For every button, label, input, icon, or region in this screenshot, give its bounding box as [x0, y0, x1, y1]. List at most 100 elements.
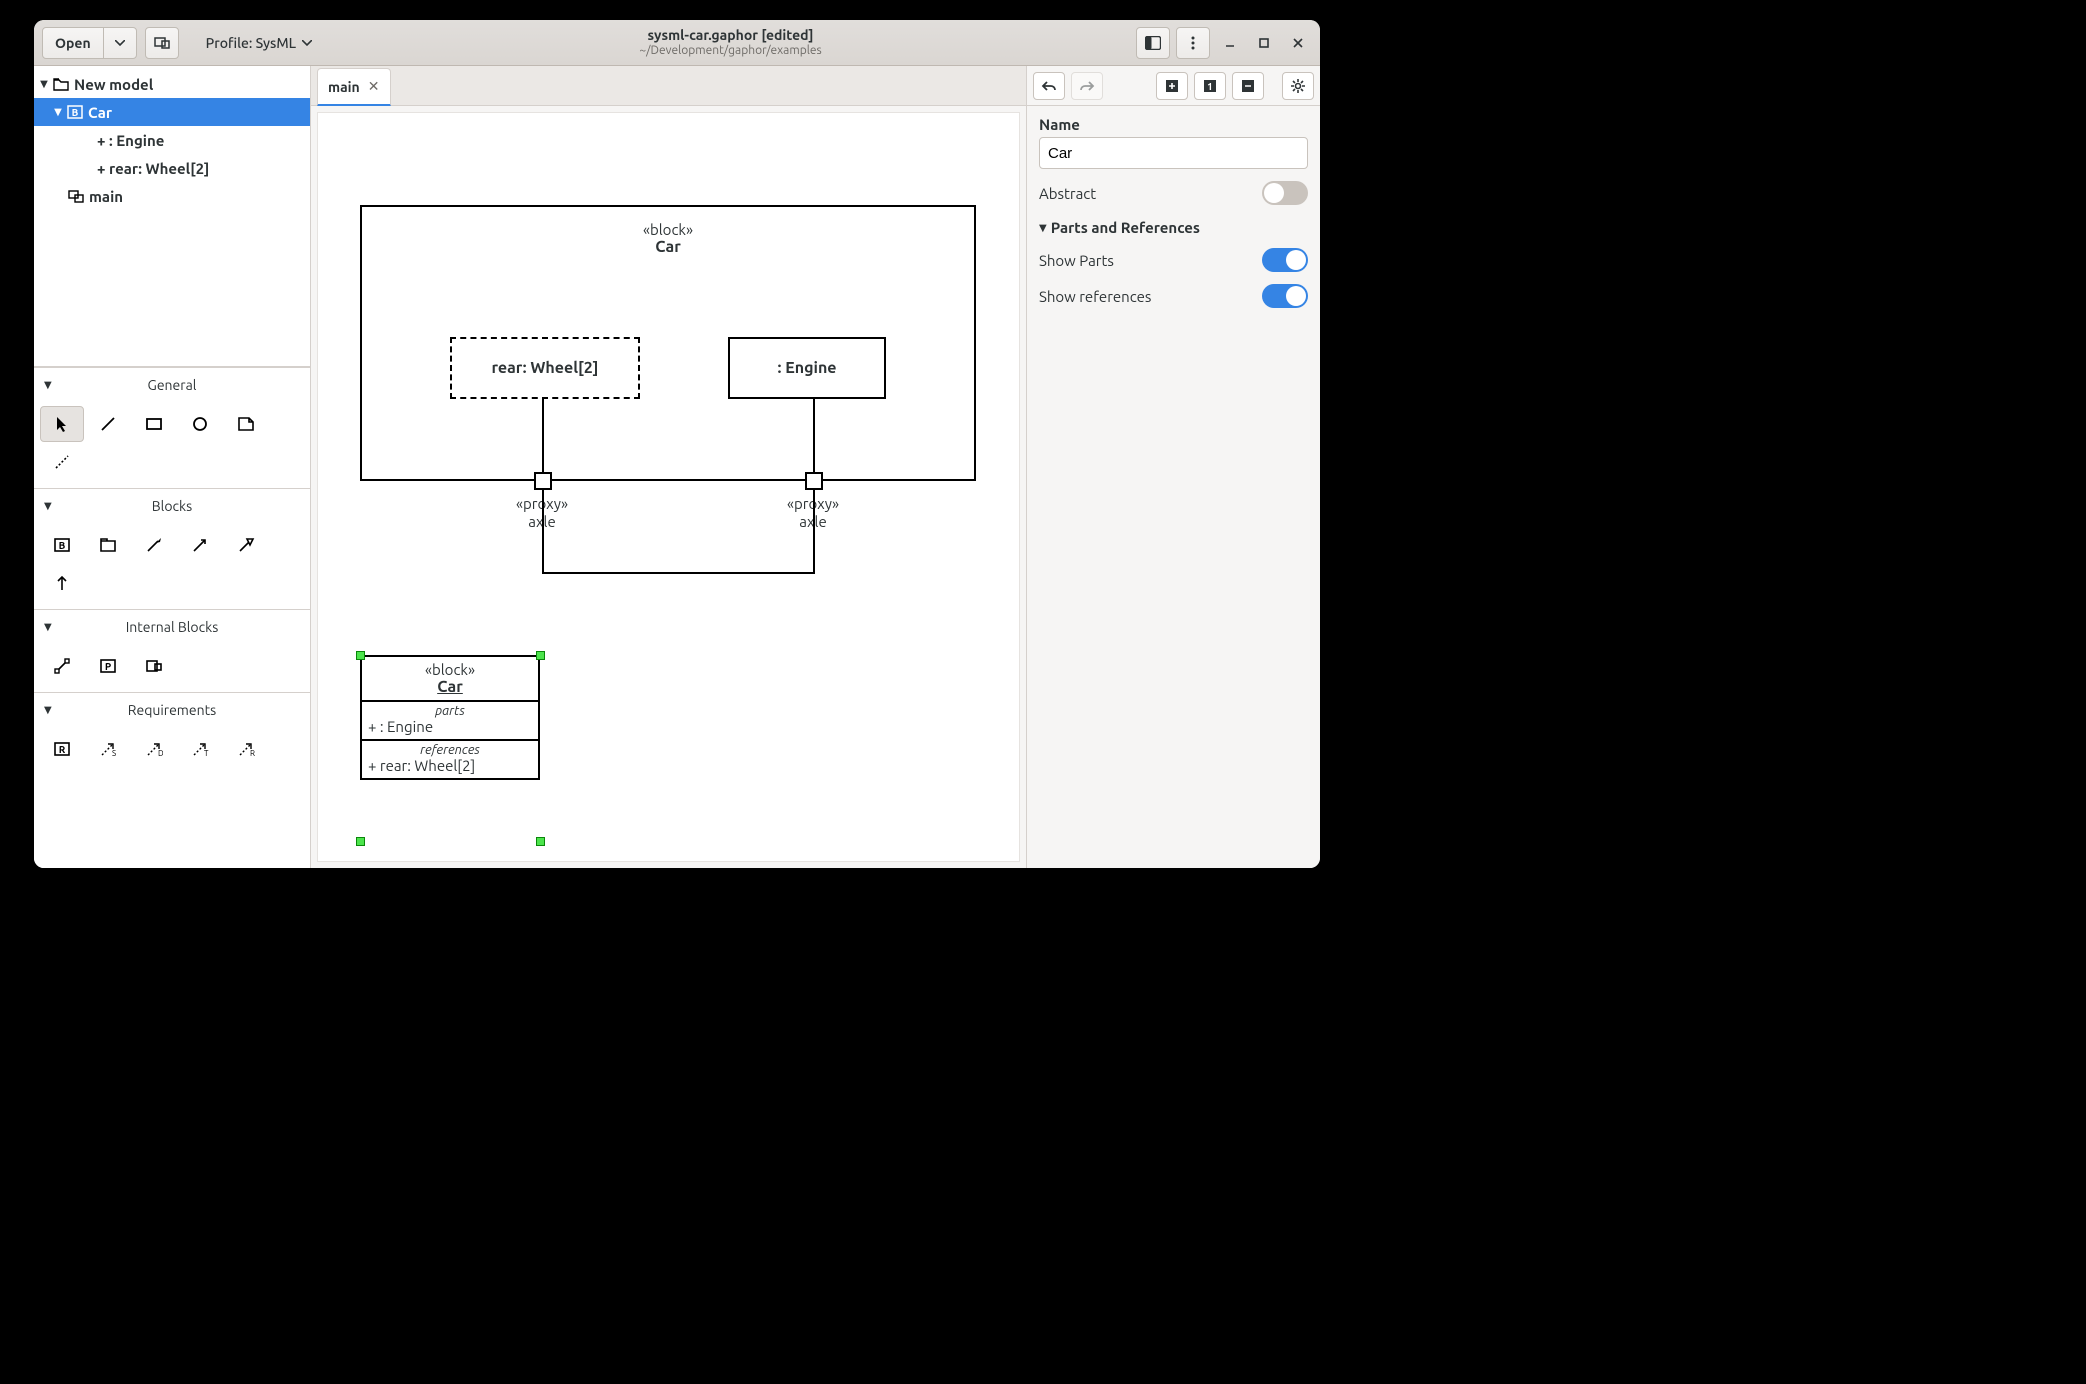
tree-item-engine[interactable]: + : Engine — [34, 126, 310, 154]
redo-button[interactable] — [1071, 72, 1103, 100]
tool-derive[interactable]: D — [132, 731, 176, 767]
dash-line-icon — [53, 453, 71, 471]
tree-item-car[interactable]: ▼ B Car — [34, 98, 310, 126]
tool-requirement[interactable]: R — [40, 731, 84, 767]
tab-close-button[interactable]: ✕ — [368, 78, 380, 95]
property-rear[interactable]: rear: Wheel[2] — [450, 337, 640, 399]
tool-package[interactable] — [86, 527, 130, 563]
up-arrow-icon — [53, 574, 71, 592]
tool-line[interactable] — [86, 406, 130, 442]
profile-selector[interactable]: Profile: SysML — [193, 27, 325, 59]
stereotype-label: «block» — [362, 221, 974, 238]
window-subtitle: ~/Development/gaphor/examples — [325, 44, 1136, 58]
chevron-down-icon: ▼ — [44, 704, 52, 716]
toggle-sidebar-button[interactable] — [1136, 27, 1170, 59]
proxy-port-right[interactable] — [805, 472, 823, 490]
minimize-icon — [1225, 38, 1235, 48]
expand-icon: ▼ — [52, 106, 64, 118]
open-button[interactable]: Open — [42, 27, 104, 59]
tab-main[interactable]: main ✕ — [317, 68, 391, 106]
hamburger-menu-button[interactable] — [1176, 27, 1210, 59]
circle-icon — [191, 416, 209, 432]
block-name: Car — [368, 678, 532, 696]
svg-text:1: 1 — [1207, 81, 1213, 92]
diagram-icon — [154, 35, 170, 51]
toolbox-group-general[interactable]: ▼ General — [34, 368, 310, 402]
svg-text:R: R — [250, 749, 255, 758]
abstract-switch[interactable] — [1262, 181, 1308, 205]
property-engine[interactable]: : Engine — [728, 337, 886, 399]
tree-item-rear[interactable]: + rear: Wheel[2] — [34, 154, 310, 182]
section-parts-refs[interactable]: ▼ Parts and References — [1039, 219, 1308, 236]
undo-button[interactable] — [1033, 72, 1065, 100]
diagram-icon — [68, 189, 86, 203]
tool-ellipse[interactable] — [178, 406, 222, 442]
open-arrow-icon — [191, 536, 209, 554]
tool-box[interactable] — [132, 406, 176, 442]
box-icon — [145, 416, 163, 432]
undo-icon — [1041, 79, 1057, 93]
tool-refine[interactable]: R — [224, 731, 268, 767]
compartment-header: references — [368, 743, 532, 757]
resize-handle[interactable] — [356, 651, 365, 660]
block-car-small[interactable]: «block» Car parts + : Engine references … — [360, 655, 540, 780]
tool-property[interactable]: P — [86, 648, 130, 684]
gear-icon — [1291, 79, 1305, 93]
tool-connector[interactable] — [40, 648, 84, 684]
chevron-down-icon: ▼ — [44, 379, 52, 391]
zoom-in-button[interactable] — [1156, 72, 1188, 100]
port-label-left: «proxy» axle — [492, 495, 592, 531]
show-parts-switch[interactable] — [1262, 248, 1308, 272]
open-recent-button[interactable] — [103, 27, 137, 59]
zoom-out-button[interactable] — [1232, 72, 1264, 100]
tool-comment-line[interactable] — [40, 444, 84, 480]
window-close-button[interactable] — [1284, 29, 1312, 57]
block-car[interactable]: «block» Car rear: Wheel[2] : Engine — [360, 205, 976, 481]
proxy-port-left[interactable] — [534, 472, 552, 490]
name-input[interactable] — [1039, 137, 1308, 169]
package-icon — [99, 537, 117, 553]
tool-trace[interactable]: T — [178, 731, 222, 767]
resize-handle[interactable] — [536, 651, 545, 660]
block-b-icon: B — [53, 537, 71, 553]
section-label: Parts and References — [1051, 219, 1200, 236]
svg-text:P: P — [105, 661, 111, 672]
show-refs-label: Show references — [1039, 288, 1151, 305]
resize-handle[interactable] — [536, 837, 545, 846]
tab-label: main — [328, 79, 360, 95]
tree-item-main[interactable]: main — [34, 182, 310, 210]
toolbox-group-requirements[interactable]: ▼ Requirements — [34, 693, 310, 727]
tool-pointer[interactable] — [40, 406, 84, 442]
resize-handle[interactable] — [356, 837, 365, 846]
chevron-down-icon — [115, 40, 125, 46]
toolbox-group-internal[interactable]: ▼ Internal Blocks — [34, 610, 310, 644]
plus-icon — [1166, 80, 1178, 92]
dash-d-icon: D — [145, 740, 163, 758]
tool-block[interactable]: B — [40, 527, 84, 563]
show-refs-switch[interactable] — [1262, 284, 1308, 308]
toolbox-group-blocks[interactable]: ▼ Blocks — [34, 489, 310, 523]
window-maximize-button[interactable] — [1250, 29, 1278, 57]
tool-generalization[interactable] — [224, 527, 268, 563]
show-parts-label: Show Parts — [1039, 252, 1114, 269]
pointer-icon — [54, 415, 70, 433]
tool-composition[interactable] — [132, 527, 176, 563]
tool-association[interactable] — [178, 527, 222, 563]
tool-comment[interactable] — [224, 406, 268, 442]
tree-label: + : Engine — [97, 132, 164, 149]
svg-text:B: B — [72, 107, 79, 118]
chevron-down-icon: ▼ — [44, 500, 52, 512]
tree-root[interactable]: ▼ New model — [34, 70, 310, 98]
toolbox-group-label: General — [148, 377, 197, 393]
toolbox-group-label: Requirements — [128, 702, 216, 718]
preferences-button[interactable] — [1282, 72, 1314, 100]
line-icon — [99, 415, 117, 433]
tool-dependency[interactable] — [40, 565, 84, 601]
window-minimize-button[interactable] — [1216, 29, 1244, 57]
zoom-100-button[interactable]: 1 — [1194, 72, 1226, 100]
diagram-canvas[interactable]: «block» Car rear: Wheel[2] : Engine — [317, 112, 1020, 862]
tool-satisfy[interactable]: S — [86, 731, 130, 767]
compartment-row: + : Engine — [368, 718, 532, 735]
new-diagram-button[interactable] — [145, 27, 179, 59]
tool-proxy-port[interactable] — [132, 648, 176, 684]
